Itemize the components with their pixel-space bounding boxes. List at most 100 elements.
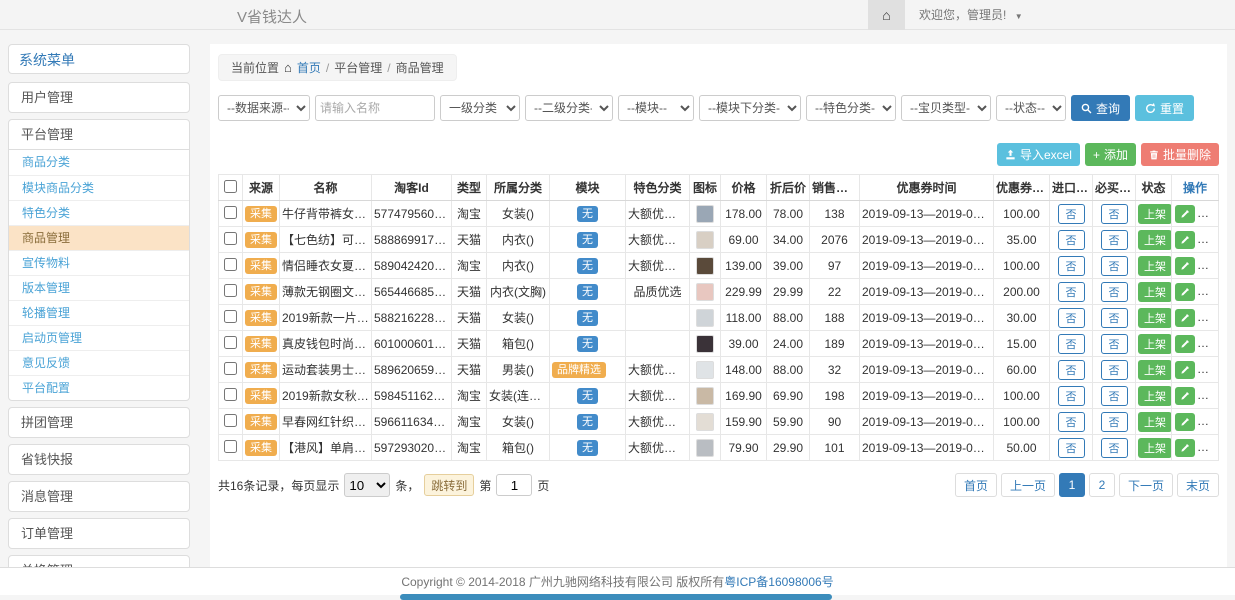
row-checkbox[interactable] [224,284,237,297]
edit-button[interactable] [1175,387,1195,405]
row-checkbox[interactable] [224,388,237,401]
import-select-toggle[interactable]: 否 [1058,438,1085,458]
data-source-select[interactable]: --数据来源-- [218,95,310,121]
user-menu[interactable]: 欢迎您，管理员! ▼ [905,0,1037,30]
per-page-select[interactable]: 10 [344,473,390,497]
edit-button[interactable] [1175,439,1195,457]
must-buy-toggle[interactable]: 否 [1101,386,1128,406]
select-all-checkbox[interactable] [224,180,237,193]
status-button[interactable]: 上架 [1138,438,1172,458]
name-search-input[interactable] [315,95,435,121]
page-number-input[interactable] [496,474,532,496]
batch-delete-button[interactable]: 批量删除 [1141,143,1219,166]
sidebar-item[interactable]: 省钱快报 [9,445,189,474]
page-prefix-text: 第 [479,477,491,494]
must-buy-toggle[interactable]: 否 [1101,230,1128,250]
row-checkbox[interactable] [224,440,237,453]
sidebar-sections: 用户管理平台管理商品分类模块商品分类特色分类商品管理宣传物料版本管理轮播管理启动… [8,82,190,567]
status-button[interactable]: 上架 [1138,230,1172,250]
horizontal-scrollbar-thumb[interactable] [400,594,832,600]
page-button[interactable]: 下一页 [1119,473,1173,497]
import-excel-button[interactable]: 导入excel [997,143,1080,166]
module-subcategory-select[interactable]: --模块下分类-- [699,95,801,121]
status-select[interactable]: --状态-- [996,95,1066,121]
sidebar-subitem[interactable]: 商品分类 [9,150,189,175]
edit-button[interactable] [1175,283,1195,301]
sidebar-item[interactable]: 兑换管理 [9,556,189,567]
page-button[interactable]: 上一页 [1001,473,1055,497]
sidebar-subitem[interactable]: 特色分类 [9,200,189,225]
must-buy-toggle[interactable]: 否 [1101,438,1128,458]
sidebar-subitem[interactable]: 版本管理 [9,275,189,300]
status-button[interactable]: 上架 [1138,360,1172,380]
row-checkbox[interactable] [224,414,237,427]
row-checkbox[interactable] [224,362,237,375]
level2-category-select[interactable]: --二级分类-- [525,95,613,121]
row-checkbox[interactable] [224,232,237,245]
import-select-toggle[interactable]: 否 [1058,386,1085,406]
edit-button[interactable] [1175,257,1195,275]
row-checkbox[interactable] [224,310,237,323]
sidebar-item[interactable]: 消息管理 [9,482,189,511]
page-button[interactable]: 1 [1059,473,1085,497]
must-buy-toggle[interactable]: 否 [1101,282,1128,302]
sidebar-subitem[interactable]: 平台配置 [9,375,189,400]
import-select-toggle[interactable]: 否 [1058,204,1085,224]
sidebar-item[interactable]: 平台管理 [9,120,189,149]
import-select-toggle[interactable]: 否 [1058,256,1085,276]
sidebar-section: 用户管理 [8,82,190,113]
must-buy-toggle[interactable]: 否 [1101,308,1128,328]
edit-button[interactable] [1175,335,1195,353]
status-button[interactable]: 上架 [1138,204,1172,224]
import-select-toggle[interactable]: 否 [1058,308,1085,328]
sidebar-item[interactable]: 用户管理 [9,83,189,112]
page-button[interactable]: 2 [1089,473,1115,497]
status-button[interactable]: 上架 [1138,334,1172,354]
icp-link[interactable]: 粤ICP备16098006号 [724,575,833,589]
sidebar-subitem[interactable]: 宣传物料 [9,250,189,275]
status-button[interactable]: 上架 [1138,282,1172,302]
jump-button[interactable]: 跳转到 [424,474,474,496]
status-cell: 上架 [1136,435,1172,461]
page-button[interactable]: 首页 [955,473,997,497]
must-buy-toggle[interactable]: 否 [1101,204,1128,224]
status-button[interactable]: 上架 [1138,412,1172,432]
must-buy-toggle[interactable]: 否 [1101,256,1128,276]
breadcrumb-home-link[interactable]: 首页 [297,59,321,76]
edit-button[interactable] [1175,413,1195,431]
must-buy-toggle[interactable]: 否 [1101,360,1128,380]
sidebar-item[interactable]: 订单管理 [9,519,189,548]
add-button[interactable]: + 添加 [1085,143,1136,166]
import-select-toggle[interactable]: 否 [1058,230,1085,250]
level1-category-select[interactable]: 一级分类 [440,95,520,121]
edit-button[interactable] [1175,231,1195,249]
featured-category-select[interactable]: --特色分类-- [806,95,896,121]
sidebar-subitem[interactable]: 轮播管理 [9,300,189,325]
reset-button[interactable]: 重置 [1135,95,1194,121]
row-checkbox[interactable] [224,336,237,349]
import-select-toggle[interactable]: 否 [1058,334,1085,354]
sidebar-item[interactable]: 拼团管理 [9,408,189,437]
sidebar-subitem[interactable]: 模块商品分类 [9,175,189,200]
edit-button[interactable] [1175,309,1195,327]
status-button[interactable]: 上架 [1138,308,1172,328]
row-checkbox[interactable] [224,258,237,271]
import-select-toggle[interactable]: 否 [1058,282,1085,302]
module-select[interactable]: --模块-- [618,95,694,121]
status-button[interactable]: 上架 [1138,386,1172,406]
import-select-toggle[interactable]: 否 [1058,412,1085,432]
sidebar-subitem[interactable]: 商品管理 [9,225,189,250]
edit-button[interactable] [1175,205,1195,223]
status-button[interactable]: 上架 [1138,256,1172,276]
import-select-toggle[interactable]: 否 [1058,360,1085,380]
row-checkbox[interactable] [224,206,237,219]
must-buy-toggle[interactable]: 否 [1101,412,1128,432]
search-button[interactable]: 查询 [1071,95,1130,121]
sidebar-subitem[interactable]: 意见反馈 [9,350,189,375]
page-button[interactable]: 末页 [1177,473,1219,497]
sidebar-subitem[interactable]: 启动页管理 [9,325,189,350]
must-buy-toggle[interactable]: 否 [1101,334,1128,354]
home-button[interactable]: ⌂ [868,0,905,30]
item-type-select[interactable]: --宝贝类型-- [901,95,991,121]
edit-button[interactable] [1175,361,1195,379]
